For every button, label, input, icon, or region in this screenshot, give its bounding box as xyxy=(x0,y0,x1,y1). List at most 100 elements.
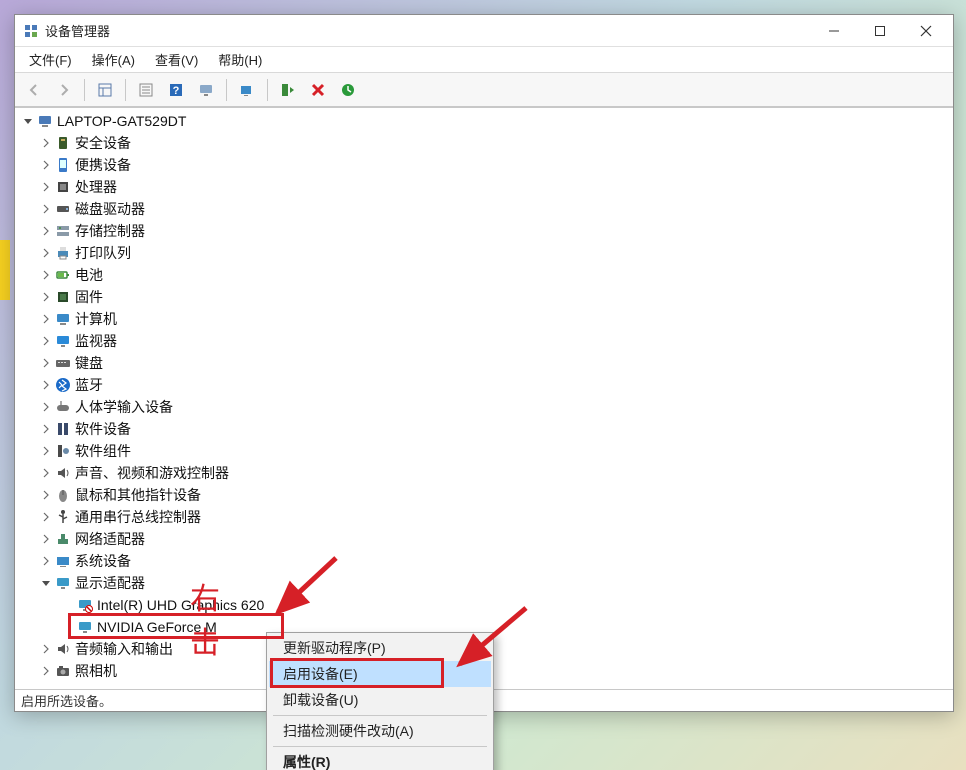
expander-closed-icon[interactable] xyxy=(39,488,53,502)
tree-node-cat-2[interactable]: 处理器 xyxy=(17,176,953,198)
tree-node-label: 照相机 xyxy=(75,661,117,681)
expander-closed-icon[interactable] xyxy=(39,158,53,172)
tree-node-label: 显示适配器 xyxy=(75,573,145,593)
ctx-properties[interactable]: 属性(R) xyxy=(269,749,491,770)
tree-node-label: 软件组件 xyxy=(75,441,131,461)
ctx-uninstall-device[interactable]: 卸载设备(U) xyxy=(269,687,491,713)
menu-file[interactable]: 文件(F) xyxy=(21,48,80,71)
expander-closed-icon[interactable] xyxy=(39,400,53,414)
expander-closed-icon[interactable] xyxy=(39,466,53,480)
update-driver-button[interactable] xyxy=(234,77,260,103)
expander-closed-icon[interactable] xyxy=(39,554,53,568)
storage-icon xyxy=(55,223,71,239)
expander-closed-icon[interactable] xyxy=(39,202,53,216)
tree-node-cat-9[interactable]: 监视器 xyxy=(17,330,953,352)
ctx-enable-device[interactable]: 启用设备(E) xyxy=(269,661,491,687)
expander-closed-icon[interactable] xyxy=(39,268,53,282)
tree-node-cat-1[interactable]: 便携设备 xyxy=(17,154,953,176)
tree-node-label: 音频输入和输出 xyxy=(75,639,173,659)
tree-node-display-child-0[interactable]: Intel(R) UHD Graphics 620 xyxy=(17,594,953,616)
context-menu: 更新驱动程序(P) 启用设备(E) 卸载设备(U) 扫描检测硬件改动(A) 属性… xyxy=(266,632,494,770)
mouse-icon xyxy=(55,487,71,503)
device-manager-window: 设备管理器 文件(F) 操作(A) 查看(V) 帮助(H) ? xyxy=(14,14,954,712)
tree-node-cat-7[interactable]: 固件 xyxy=(17,286,953,308)
tree-content: LAPTOP-GAT529DT 安全设备 便携设备 处理器 磁盘驱动器 存储控制… xyxy=(15,107,953,689)
nav-back-button[interactable] xyxy=(21,77,47,103)
tree-node-cat-16[interactable]: 鼠标和其他指针设备 xyxy=(17,484,953,506)
window-controls xyxy=(811,16,949,46)
tree-node-cat-6[interactable]: 电池 xyxy=(17,264,953,286)
tree-scroll[interactable]: LAPTOP-GAT529DT 安全设备 便携设备 处理器 磁盘驱动器 存储控制… xyxy=(15,108,953,689)
expander-closed-icon[interactable] xyxy=(39,180,53,194)
expander-closed-icon[interactable] xyxy=(39,224,53,238)
tree-node-label: 存储控制器 xyxy=(75,221,145,241)
expander-closed-icon[interactable] xyxy=(39,422,53,436)
component-icon xyxy=(55,443,71,459)
close-button[interactable] xyxy=(903,16,949,46)
tree-node-cat-14[interactable]: 软件组件 xyxy=(17,440,953,462)
tree-node-cat-0[interactable]: 安全设备 xyxy=(17,132,953,154)
expander-closed-icon[interactable] xyxy=(39,246,53,260)
minimize-button[interactable] xyxy=(811,16,857,46)
expander-closed-icon[interactable] xyxy=(39,334,53,348)
tree-node-label: 声音、视频和游戏控制器 xyxy=(75,463,229,483)
enable-device-button[interactable] xyxy=(275,77,301,103)
tree-node-cat-8[interactable]: 计算机 xyxy=(17,308,953,330)
expander-closed-icon[interactable] xyxy=(39,356,53,370)
toolbar-sep xyxy=(226,79,227,101)
nav-forward-button[interactable] xyxy=(51,77,77,103)
toolbar-sep xyxy=(84,79,85,101)
tree-node-cat-18[interactable]: 网络适配器 xyxy=(17,528,953,550)
tree-node-cat-13[interactable]: 软件设备 xyxy=(17,418,953,440)
disk-icon xyxy=(55,201,71,217)
cpu-icon xyxy=(55,179,71,195)
tree-node-label: 软件设备 xyxy=(75,419,131,439)
expander-closed-icon[interactable] xyxy=(39,136,53,150)
toolbar-sep xyxy=(267,79,268,101)
tree-node-label: 键盘 xyxy=(75,353,103,373)
tree-node-root[interactable]: LAPTOP-GAT529DT xyxy=(17,110,953,132)
expander-closed-icon[interactable] xyxy=(39,290,53,304)
expander-closed-icon[interactable] xyxy=(39,378,53,392)
tree-node-cat-17[interactable]: 通用串行总线控制器 xyxy=(17,506,953,528)
expander-closed-icon[interactable] xyxy=(39,532,53,546)
menu-action[interactable]: 操作(A) xyxy=(84,48,143,71)
tree-node-label: 蓝牙 xyxy=(75,375,103,395)
tree-node-display-adapters[interactable]: 显示适配器 xyxy=(17,572,953,594)
expander-closed-icon[interactable] xyxy=(39,444,53,458)
tree-node-cat-19[interactable]: 系统设备 xyxy=(17,550,953,572)
titlebar[interactable]: 设备管理器 xyxy=(15,15,953,47)
expander-closed-icon[interactable] xyxy=(39,312,53,326)
sound-icon xyxy=(55,465,71,481)
scan-hardware-button[interactable] xyxy=(193,77,219,103)
tree-node-cat-5[interactable]: 打印队列 xyxy=(17,242,953,264)
tree-node-cat-10[interactable]: 键盘 xyxy=(17,352,953,374)
menubar: 文件(F) 操作(A) 查看(V) 帮助(H) xyxy=(15,47,953,73)
uninstall-device-button[interactable] xyxy=(305,77,331,103)
maximize-button[interactable] xyxy=(857,16,903,46)
tree-node-cat-12[interactable]: 人体学输入设备 xyxy=(17,396,953,418)
window-title: 设备管理器 xyxy=(45,21,811,40)
desktop-strip xyxy=(0,240,10,300)
help-button[interactable]: ? xyxy=(163,77,189,103)
menu-view[interactable]: 查看(V) xyxy=(147,48,206,71)
tree-node-cat-15[interactable]: 声音、视频和游戏控制器 xyxy=(17,462,953,484)
expander-open-icon[interactable] xyxy=(39,576,53,590)
hid-icon xyxy=(55,399,71,415)
tree-node-cat-11[interactable]: 蓝牙 xyxy=(17,374,953,396)
portable-icon xyxy=(55,157,71,173)
ctx-update-driver[interactable]: 更新驱动程序(P) xyxy=(269,635,491,661)
tree-node-cat-3[interactable]: 磁盘驱动器 xyxy=(17,198,953,220)
expander-open-icon[interactable] xyxy=(21,114,35,128)
expander-closed-icon[interactable] xyxy=(39,664,53,678)
menu-help[interactable]: 帮助(H) xyxy=(210,48,270,71)
expander-closed-icon[interactable] xyxy=(39,510,53,524)
expander-closed-icon[interactable] xyxy=(39,642,53,656)
show-hide-console-button[interactable] xyxy=(92,77,118,103)
tree-node-label: 便携设备 xyxy=(75,155,131,175)
properties-button[interactable] xyxy=(133,77,159,103)
scan-changes-button[interactable] xyxy=(335,77,361,103)
ctx-scan-hardware[interactable]: 扫描检测硬件改动(A) xyxy=(269,718,491,744)
tree-node-cat-4[interactable]: 存储控制器 xyxy=(17,220,953,242)
tree-node-label: Intel(R) UHD Graphics 620 xyxy=(97,597,264,613)
